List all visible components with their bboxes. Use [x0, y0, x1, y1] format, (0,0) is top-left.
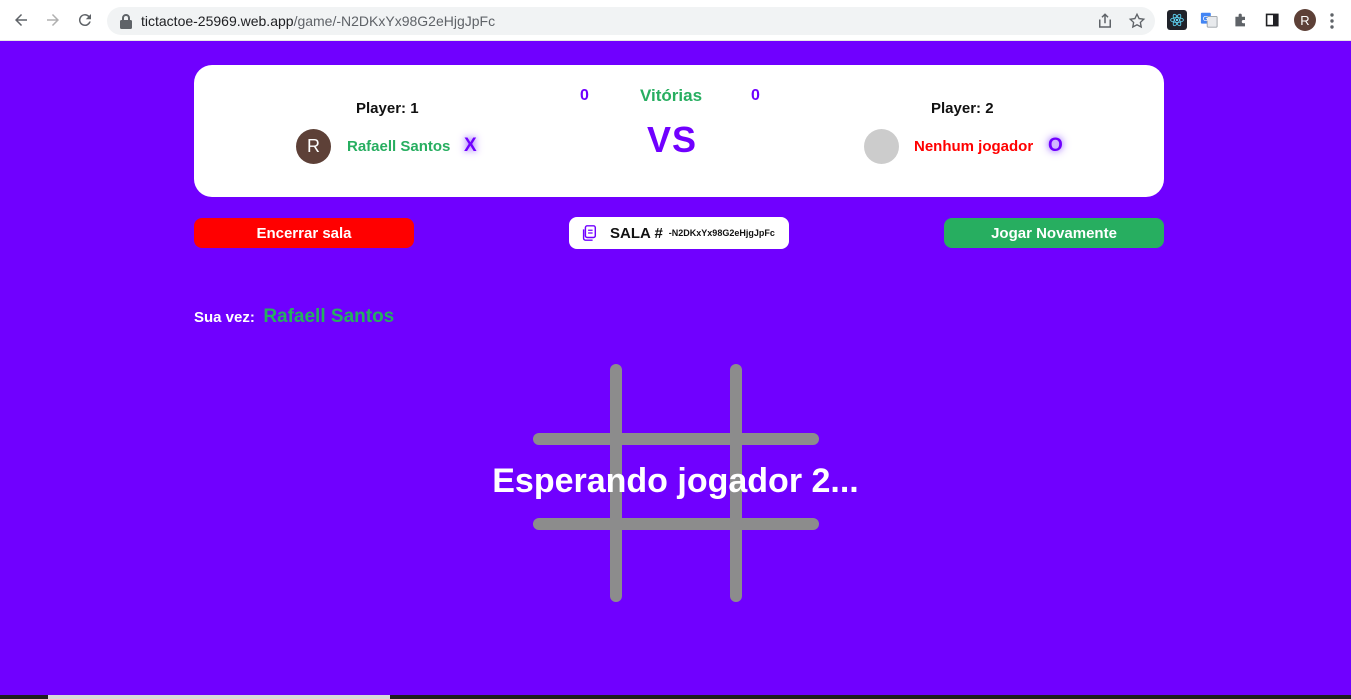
room-id: -N2DKxYx98G2eHjgJpFc — [668, 228, 775, 238]
player1-mark: X — [464, 135, 477, 156]
reload-icon[interactable] — [73, 8, 97, 32]
waiting-message: Esperando jogador 2... — [492, 462, 859, 500]
player1-name: Rafaell Santos — [347, 138, 451, 155]
player1-avatar-initial: R — [307, 136, 320, 156]
forward-arrow-icon[interactable] — [41, 8, 65, 32]
side-panel-icon[interactable] — [1263, 10, 1283, 30]
player2-avatar — [864, 129, 899, 164]
share-icon[interactable] — [1096, 12, 1114, 30]
lock-icon — [120, 14, 132, 29]
star-icon[interactable] — [1128, 12, 1146, 30]
svg-text:G: G — [1203, 14, 1209, 23]
url-text: tictactoe-25969.web.app/game/-N2DKxYx98G… — [141, 13, 496, 29]
player1-label: Player: 1 — [356, 100, 419, 117]
room-label: SALA # — [610, 224, 663, 242]
extensions-puzzle-icon[interactable] — [1231, 10, 1251, 30]
versus-label: VS — [647, 119, 698, 160]
wins-label: Vitórias — [640, 86, 703, 105]
turn-label: Sua vez: — [194, 309, 255, 326]
player2-label: Player: 2 — [931, 100, 994, 117]
translate-icon[interactable]: G — [1199, 10, 1219, 30]
turn-player-name: Rafaell Santos — [263, 306, 395, 327]
play-again-button[interactable]: Jogar Novamente — [944, 218, 1164, 248]
player1-avatar: R — [296, 129, 331, 164]
profile-avatar[interactable]: R — [1294, 9, 1316, 31]
player2-wins: 0 — [751, 87, 760, 104]
player2-name: Nenhum jogador — [914, 138, 1034, 155]
player2-mark: O — [1048, 135, 1063, 156]
browser-toolbar: tictactoe-25969.web.app/game/-N2DKxYx98G… — [0, 0, 1351, 41]
react-devtools-icon[interactable] — [1167, 10, 1187, 30]
bottom-strip-segment — [48, 695, 390, 699]
bottom-strip — [0, 695, 1351, 699]
turn-indicator: Sua vez: Rafaell Santos — [194, 306, 394, 328]
scoreboard-card: Player: 1 R Rafaell Santos X 0 Vitórias … — [194, 65, 1164, 197]
back-arrow-icon[interactable] — [9, 8, 33, 32]
end-room-button[interactable]: Encerrar sala — [194, 218, 414, 248]
player1-wins: 0 — [580, 87, 589, 104]
address-bar[interactable]: tictactoe-25969.web.app/game/-N2DKxYx98G… — [107, 7, 1155, 35]
room-code-box[interactable]: SALA # -N2DKxYx98G2eHjgJpFc — [569, 217, 789, 249]
more-menu-icon[interactable] — [1330, 12, 1334, 30]
copy-icon[interactable] — [580, 224, 598, 242]
profile-initial: R — [1300, 12, 1310, 28]
